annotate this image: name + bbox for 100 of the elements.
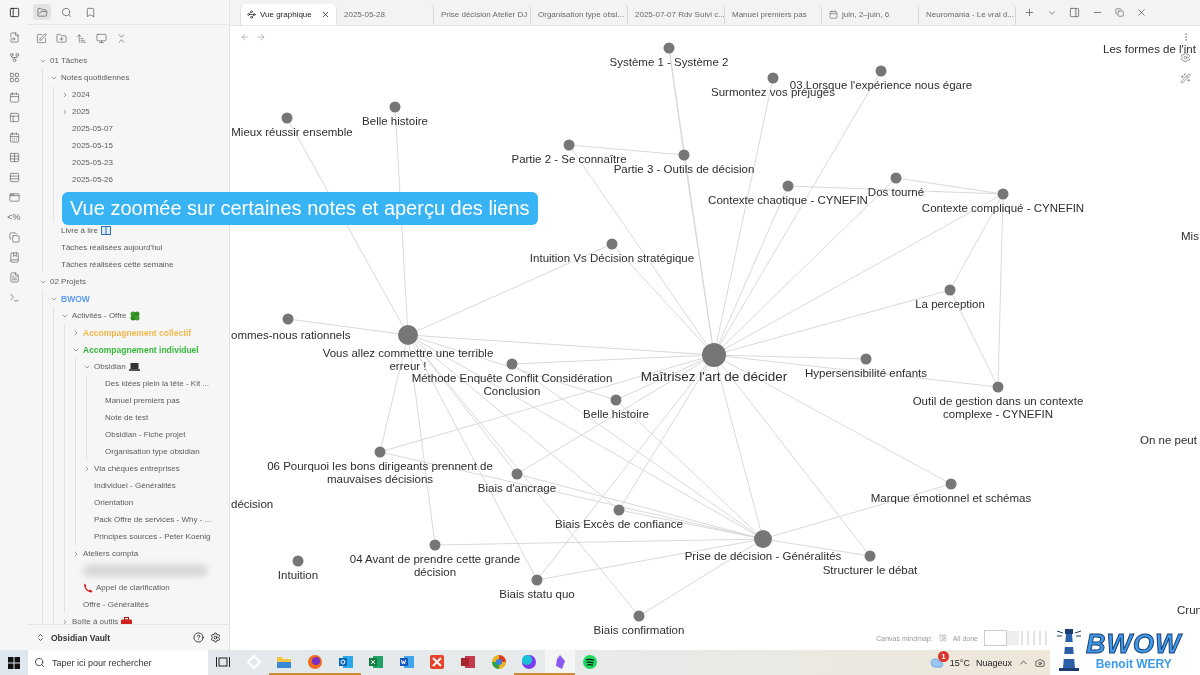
node-dot[interactable] [782, 180, 794, 192]
chevron-right-icon[interactable] [72, 549, 80, 558]
help-icon[interactable] [193, 632, 204, 643]
node-dot[interactable] [429, 539, 441, 551]
mail-icon[interactable] [337, 653, 354, 670]
graph-icon[interactable] [8, 52, 20, 63]
document-icon[interactable] [398, 653, 415, 670]
tab[interactable]: juin, 2–juin, 6 [822, 4, 919, 25]
document-icon[interactable] [8, 272, 20, 283]
chevron-right-icon[interactable] [61, 90, 69, 99]
chevron-right-icon[interactable] [72, 328, 80, 337]
vault-name[interactable]: Obsidian Vault [51, 632, 187, 643]
node-dot[interactable] [613, 504, 625, 516]
file-item[interactable]: Des idées plein la tête - Kit ... [105, 379, 210, 388]
node-dot[interactable] [945, 478, 957, 490]
folder-item[interactable]: Activités - Offre [72, 311, 127, 320]
settings-icon[interactable] [210, 632, 221, 643]
sort-icon[interactable] [76, 33, 87, 44]
file-item[interactable]: Individuel - Généralités [94, 481, 176, 490]
camera-icon[interactable] [1035, 657, 1045, 668]
spreadsheet-icon[interactable] [368, 653, 385, 670]
tab[interactable]: Neuromania - Le vrai d... [919, 4, 1016, 25]
node-dot[interactable] [610, 394, 622, 406]
file-item[interactable]: Manuel premiers pas [105, 396, 180, 405]
file-link-icon[interactable] [8, 32, 20, 43]
node-dot[interactable] [767, 72, 779, 84]
file-item[interactable]: Livre à lire [61, 226, 98, 235]
tab[interactable]: 2025-05-28 [337, 4, 434, 25]
node-dot[interactable] [282, 313, 294, 325]
database-icon[interactable] [460, 653, 477, 670]
sidebar-toggle-icon[interactable] [8, 7, 20, 18]
file-item[interactable]: Orientation [94, 498, 134, 507]
new-tab-icon[interactable] [1024, 7, 1035, 18]
switch-vault-icon[interactable] [36, 633, 45, 642]
rows-icon[interactable] [8, 172, 20, 183]
file-item[interactable]: Note de test [105, 413, 149, 422]
tab[interactable]: 2025-07-07 Rdv Suivi c... [628, 4, 725, 25]
node-dot[interactable] [944, 284, 956, 296]
file-item[interactable]: Organisation type obsidian [105, 447, 200, 456]
magic-wand-icon[interactable] [1180, 73, 1191, 84]
file-item[interactable]: Tâches réalisées cette semaine [61, 260, 174, 269]
node-dot[interactable] [511, 468, 523, 480]
folder-item[interactable]: 2025 [72, 107, 90, 116]
folder-item[interactable]: Ateliers compta [83, 549, 139, 558]
terminal-icon[interactable] [8, 292, 20, 303]
chevron-right-icon[interactable] [83, 464, 91, 473]
node-dot[interactable] [292, 555, 304, 567]
node-dot[interactable] [678, 149, 690, 161]
task-view-icon[interactable] [216, 655, 231, 668]
node-dot[interactable] [531, 574, 543, 586]
node-dot[interactable] [398, 325, 418, 345]
calendar-icon[interactable] [8, 92, 20, 103]
node-dot[interactable] [633, 610, 645, 622]
new-note-icon[interactable] [36, 33, 47, 44]
calendar-icon[interactable] [8, 132, 20, 143]
node-dot[interactable] [702, 343, 726, 367]
file-item[interactable]: Pack Offre de services - Why - ... [94, 515, 212, 524]
file-item[interactable]: 2025-05-26 [72, 175, 113, 184]
screen-icon[interactable] [96, 33, 107, 44]
folder-item[interactable]: 01 Tâches [50, 56, 88, 65]
folder-item[interactable]: Notes quotidiennes [61, 73, 130, 82]
file-item[interactable]: 2025-05-07 [72, 124, 113, 133]
file-item[interactable]: Offre - Généralités [83, 600, 149, 609]
node-dot[interactable] [754, 530, 772, 548]
close-icon[interactable] [1136, 7, 1147, 18]
settings-icon[interactable] [1180, 52, 1191, 63]
node-dot[interactable] [997, 188, 1009, 200]
node-dot[interactable] [864, 550, 876, 562]
node-dot[interactable] [606, 238, 618, 250]
file-item[interactable]: Obsidian - Fiche projet [105, 430, 186, 439]
taskbar-search-field[interactable]: Taper ici pour rechercher [28, 650, 208, 675]
book-icon[interactable] [8, 252, 20, 263]
file-item[interactable]: 2025-05-15 [72, 141, 113, 150]
node-dot[interactable] [374, 446, 386, 458]
close-tab-icon[interactable] [321, 10, 330, 19]
folder-item[interactable]: Via chèques entreprises [94, 464, 180, 473]
tab[interactable]: Vue graphique [240, 4, 337, 25]
file-item[interactable]: Principes sources - Peter Koenig [94, 532, 211, 541]
file-item[interactable]: Tâches réalisées aujourd'hui [61, 243, 163, 252]
tab[interactable]: Prise décision Atelier DJ [434, 4, 531, 25]
folder-item[interactable]: 2024 [72, 90, 90, 99]
node-dot[interactable] [992, 381, 1004, 393]
node-dot[interactable] [860, 353, 872, 365]
window-icon[interactable] [8, 192, 20, 203]
tab[interactable]: Organisation type obsi... [531, 4, 628, 25]
template-glyph[interactable]: <% [7, 212, 21, 223]
right-sidebar-icon[interactable] [1069, 7, 1080, 18]
tab[interactable]: Manuel premiers pas [725, 4, 822, 25]
cloud-icon[interactable] [929, 655, 944, 670]
windows-logo-icon[interactable] [8, 656, 20, 669]
node-dot[interactable] [663, 42, 675, 54]
new-folder-icon[interactable] [56, 33, 67, 44]
chevron-right-icon[interactable] [61, 617, 69, 624]
file-item[interactable]: 2025-05-23 [72, 158, 113, 167]
node-dot[interactable] [506, 358, 518, 370]
copy-icon[interactable] [8, 232, 20, 243]
chevron-right-icon[interactable] [61, 107, 69, 116]
node-dot[interactable] [281, 112, 293, 124]
node-dot[interactable] [563, 139, 575, 151]
node-dot[interactable] [389, 101, 401, 113]
